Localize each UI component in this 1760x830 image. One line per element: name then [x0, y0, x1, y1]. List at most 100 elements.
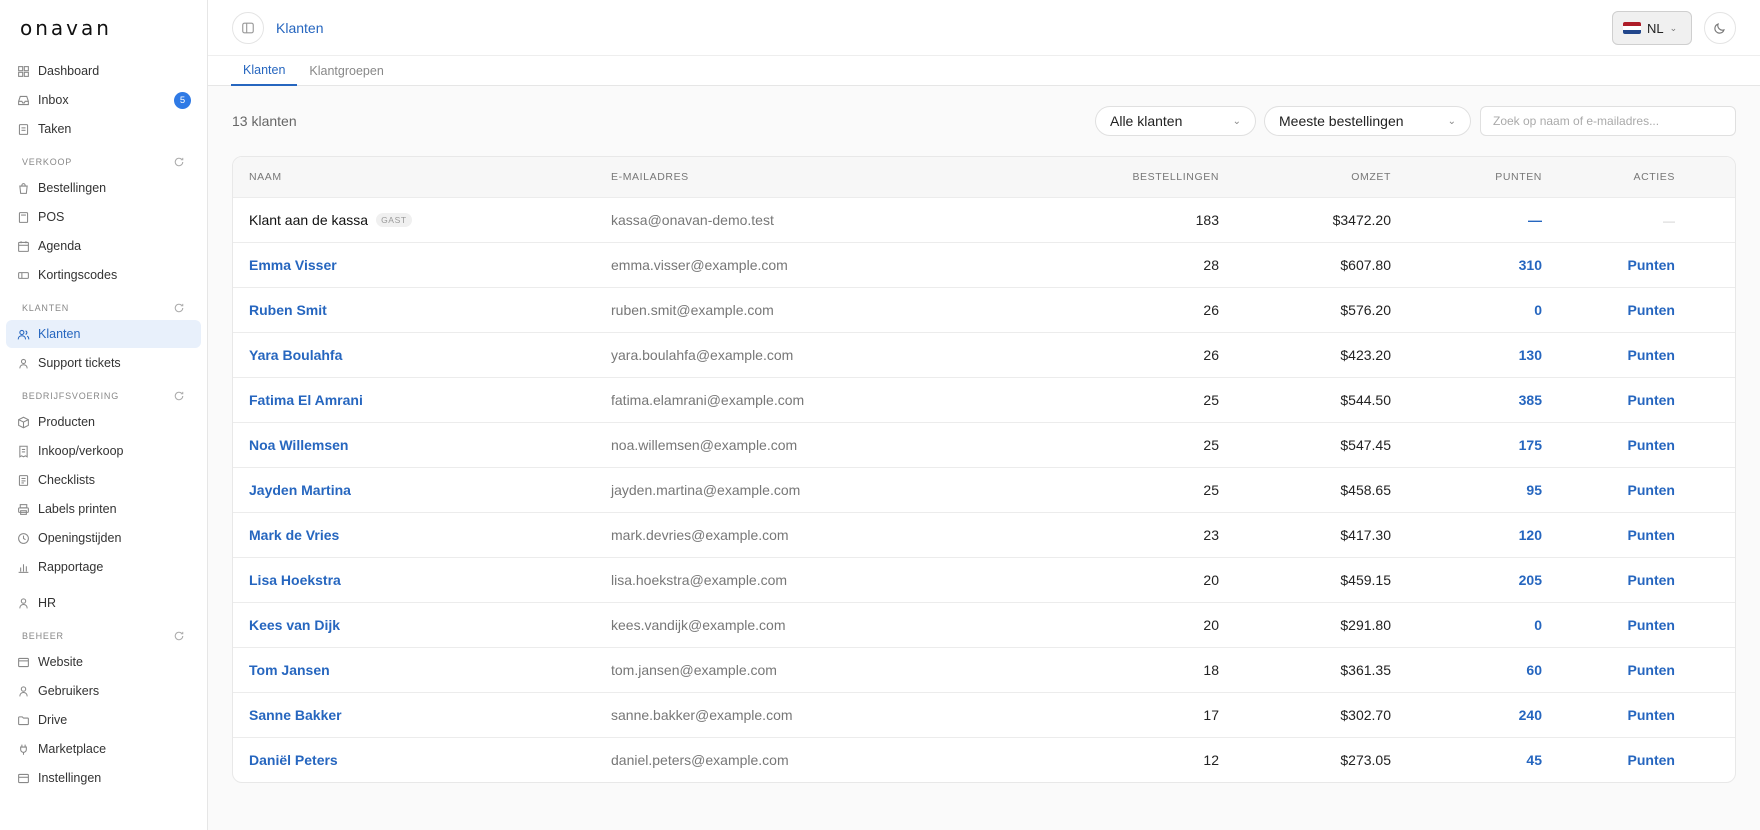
table-row[interactable]: Lisa Hoekstra lisa.hoekstra@example.com 20…: [233, 557, 1735, 602]
customer-email: jayden.martina@example.com: [611, 482, 801, 498]
customer-name-link[interactable]: Sanne Bakker: [249, 707, 342, 723]
customer-name-link[interactable]: Noa Willemsen: [249, 437, 348, 453]
customer-name-link[interactable]: Jayden Martina: [249, 482, 351, 498]
points-action-link[interactable]: Punten: [1628, 617, 1675, 633]
sidebar-item-bestellingen[interactable]: Bestellingen: [6, 174, 201, 202]
sidebar-item-label: Taken: [38, 122, 72, 136]
customer-actions-cell: Punten: [1542, 437, 1691, 453]
sidebar-item-support-tickets[interactable]: Support tickets: [6, 349, 201, 377]
col-header-punten[interactable]: PUNTEN: [1391, 171, 1542, 183]
customer-points: 0: [1534, 617, 1542, 633]
col-header-email[interactable]: E-MAILADRES: [611, 171, 1039, 183]
points-action-link[interactable]: Punten: [1628, 752, 1675, 768]
sidebar-item-producten[interactable]: Producten: [6, 408, 201, 436]
customer-email: kees.vandijk@example.com: [611, 617, 786, 633]
points-action-link[interactable]: Punten: [1628, 437, 1675, 453]
customer-filter-select[interactable]: Alle klanten ⌄: [1095, 106, 1256, 136]
sidebar-item-inbox[interactable]: Inbox 5: [6, 86, 201, 114]
table-row[interactable]: Jayden Martina jayden.martina@example.com…: [233, 467, 1735, 512]
sidebar-item-pos[interactable]: POS: [6, 203, 201, 231]
table-row[interactable]: Daniël Peters daniel.peters@example.com 12…: [233, 737, 1735, 782]
table-row[interactable]: Ruben Smit ruben.smit@example.com 26 $576.2…: [233, 287, 1735, 332]
customer-name-link[interactable]: Kees van Dijk: [249, 617, 340, 633]
sidebar-item-hr[interactable]: HR: [6, 589, 201, 617]
customer-points-cell: 205: [1391, 572, 1542, 588]
sidebar-item-inkoop-verkoop[interactable]: Inkoop/verkoop: [6, 437, 201, 465]
sidebar-item-kortingscodes[interactable]: Kortingscodes: [6, 261, 201, 289]
sidebar-item-website[interactable]: Website: [6, 648, 201, 676]
customer-name-link[interactable]: Mark de Vries: [249, 527, 339, 543]
dark-mode-toggle[interactable]: [1704, 12, 1736, 44]
sidebar-section-title: BEDRIJFSVOERING: [22, 391, 120, 401]
sidebar-item-marketplace[interactable]: Marketplace: [6, 735, 201, 763]
customer-orders: 20: [1203, 572, 1219, 588]
breadcrumb[interactable]: Klanten: [276, 20, 323, 36]
refresh-icon[interactable]: [173, 302, 185, 314]
sidebar-item-checklists[interactable]: Checklists: [6, 466, 201, 494]
sidebar-item-instellingen[interactable]: Instellingen: [6, 764, 201, 792]
points-action-link[interactable]: Punten: [1628, 707, 1675, 723]
points-action-link[interactable]: Punten: [1628, 482, 1675, 498]
sidebar-item-labels-printen[interactable]: Labels printen: [6, 495, 201, 523]
sidebar-item-taken[interactable]: Taken: [6, 115, 201, 143]
sidebar-item-dashboard[interactable]: Dashboard: [6, 57, 201, 85]
table-row[interactable]: Emma Visser emma.visser@example.com 28 $607…: [233, 242, 1735, 287]
table-header: NAAM E-MAILADRES BESTELLINGEN OMZET PUNT…: [233, 157, 1735, 197]
refresh-icon[interactable]: [173, 390, 185, 402]
customer-name-cell: Jayden Martina: [233, 482, 611, 498]
customer-name-link[interactable]: Daniël Peters: [249, 752, 338, 768]
language-select[interactable]: NL ⌄: [1612, 11, 1692, 45]
customer-name-link[interactable]: Fatima El Amrani: [249, 392, 363, 408]
points-action-link[interactable]: Punten: [1628, 392, 1675, 408]
customer-actions-cell: Punten: [1542, 347, 1691, 363]
customer-points: 45: [1526, 752, 1542, 768]
col-header-orders[interactable]: BESTELLINGEN: [1039, 171, 1219, 183]
customer-orders: 183: [1195, 212, 1219, 228]
sidebar-item-drive[interactable]: Drive: [6, 706, 201, 734]
customer-omzet: $544.50: [1340, 392, 1391, 408]
customer-actions-cell: Punten: [1542, 752, 1691, 768]
search-input[interactable]: [1480, 106, 1736, 136]
table-row[interactable]: Kees van Dijk kees.vandijk@example.com 20 $…: [233, 602, 1735, 647]
customer-points-cell: 120: [1391, 527, 1542, 543]
points-action-link[interactable]: Punten: [1628, 572, 1675, 588]
points-action-link[interactable]: Punten: [1628, 662, 1675, 678]
customer-name-link[interactable]: Klant aan de kassa: [249, 212, 368, 228]
table-row[interactable]: Tom Jansen tom.jansen@example.com 18 $361.3…: [233, 647, 1735, 692]
customer-name-link[interactable]: Yara Boulahfa: [249, 347, 342, 363]
customer-name-link[interactable]: Emma Visser: [249, 257, 337, 273]
tab-klanten[interactable]: Klanten: [231, 56, 298, 86]
col-header-name[interactable]: NAAM: [233, 171, 611, 183]
sidebar-item-agenda[interactable]: Agenda: [6, 232, 201, 260]
sidebar-section-title: VERKOOP: [22, 157, 73, 167]
customer-email: noa.willemsen@example.com: [611, 437, 798, 453]
sidebar-toggle-button[interactable]: [232, 11, 264, 44]
table-row[interactable]: Fatima El Amrani fatima.elamrani@example.…: [233, 377, 1735, 422]
refresh-icon[interactable]: [173, 630, 185, 642]
sidebar-item-rapportage[interactable]: Rapportage: [6, 553, 201, 581]
customer-email: mark.devries@example.com: [611, 527, 789, 543]
refresh-icon[interactable]: [173, 156, 185, 168]
customer-name-cell: Ruben Smit: [233, 302, 611, 318]
table-row[interactable]: Noa Willemsen noa.willemsen@example.com 25…: [233, 422, 1735, 467]
col-header-omzet[interactable]: OMZET: [1219, 171, 1391, 183]
sidebar-item-openingstijden[interactable]: Openingstijden: [6, 524, 201, 552]
sidebar-item-label: Klanten: [38, 327, 81, 341]
points-action-link[interactable]: Punten: [1628, 257, 1675, 273]
sidebar-item-gebruikers[interactable]: Gebruikers: [6, 677, 201, 705]
customer-name-link[interactable]: Ruben Smit: [249, 302, 327, 318]
points-action-link[interactable]: Punten: [1628, 527, 1675, 543]
brand-logo[interactable]: onavan: [0, 0, 207, 56]
customer-name-link[interactable]: Lisa Hoekstra: [249, 572, 341, 588]
points-action-link[interactable]: Punten: [1628, 302, 1675, 318]
table-row[interactable]: Klant aan de kassa GAST kassa@onavan-demo.…: [233, 197, 1735, 242]
table-row[interactable]: Sanne Bakker sanne.bakker@example.com 17 $3…: [233, 692, 1735, 737]
sidebar-section-title: KLANTEN: [22, 303, 70, 313]
points-action-link[interactable]: Punten: [1628, 347, 1675, 363]
sidebar-item-klanten[interactable]: Klanten: [6, 320, 201, 348]
table-row[interactable]: Yara Boulahfa yara.boulahfa@example.com 26…: [233, 332, 1735, 377]
sort-select[interactable]: Meeste bestellingen ⌄: [1264, 106, 1471, 136]
customer-name-link[interactable]: Tom Jansen: [249, 662, 330, 678]
tab-klantgroepen[interactable]: Klantgroepen: [297, 56, 395, 86]
table-row[interactable]: Mark de Vries mark.devries@example.com 23 $…: [233, 512, 1735, 557]
